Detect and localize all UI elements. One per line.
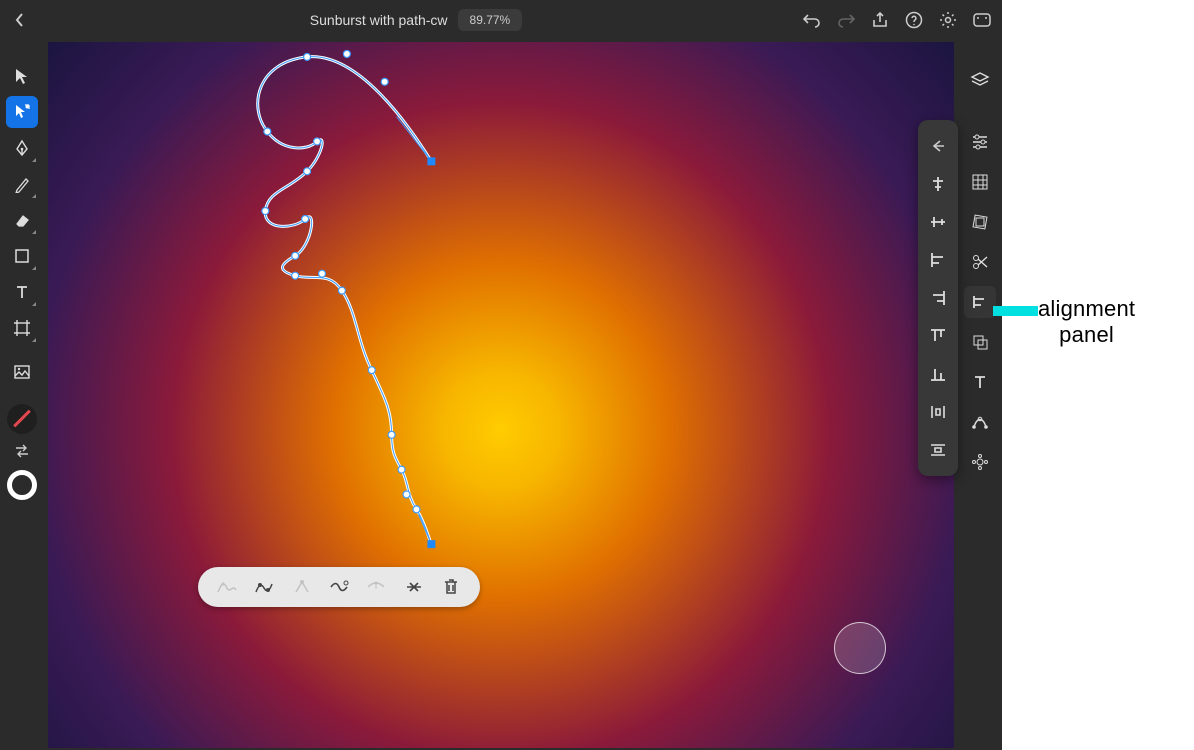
layers-icon[interactable] <box>964 64 996 96</box>
share-button[interactable] <box>870 10 890 30</box>
fill-swatch[interactable] <box>7 404 37 434</box>
artboard-tool[interactable] <box>6 312 38 344</box>
smooth-btn[interactable] <box>326 574 352 600</box>
stroke-swatch[interactable] <box>7 470 37 500</box>
scissors-icon[interactable] <box>964 246 996 278</box>
align-horizontal-center2-icon[interactable] <box>923 204 953 240</box>
help-button[interactable] <box>904 10 924 30</box>
path-context-toolbar <box>198 567 480 607</box>
path-panel-icon[interactable] <box>964 406 996 438</box>
cut-path-btn[interactable] <box>363 574 389 600</box>
topbar: Sunburst with path-cw 89.77% <box>0 0 1002 40</box>
annotation-pointer <box>993 306 1038 316</box>
alignment-panel <box>918 120 958 476</box>
redo-button[interactable] <box>836 10 856 30</box>
shape-tool[interactable] <box>6 240 38 272</box>
align-left-icon[interactable] <box>923 242 953 278</box>
align-horizontal-center-icon[interactable] <box>923 166 953 202</box>
undo-button[interactable] <box>802 10 822 30</box>
distribute-horizontal-icon[interactable] <box>923 394 953 430</box>
align-top-icon[interactable] <box>923 318 953 354</box>
main-area <box>0 40 1002 750</box>
select-tool[interactable] <box>6 60 38 92</box>
pencil-tool[interactable] <box>6 168 38 200</box>
settings-button[interactable] <box>938 10 958 30</box>
place-image-tool[interactable] <box>6 356 38 388</box>
type-panel-icon[interactable] <box>964 366 996 398</box>
pen-tool[interactable] <box>6 132 38 164</box>
eraser-tool[interactable] <box>6 204 38 236</box>
delete-btn[interactable] <box>438 574 464 600</box>
swap-swatches[interactable] <box>13 444 31 458</box>
left-toolbar <box>0 40 44 750</box>
document-title: Sunburst with path-cw <box>310 12 448 28</box>
zoom-level[interactable]: 89.77% <box>458 9 523 31</box>
canvas[interactable] <box>48 42 954 748</box>
annotation-label: alignment panel <box>1038 296 1135 349</box>
canvas-wrap <box>44 40 958 750</box>
right-toolbar <box>958 40 1002 750</box>
align-icon[interactable] <box>964 286 996 318</box>
pathfinder-icon[interactable] <box>964 326 996 358</box>
properties-icon[interactable] <box>964 126 996 158</box>
arrow-left-icon[interactable] <box>923 128 953 164</box>
align-bottom-icon[interactable] <box>923 356 953 392</box>
annotation-text-1: alignment <box>1038 296 1135 322</box>
path-overlay <box>48 42 954 748</box>
annotation-text-2: panel <box>1038 322 1135 348</box>
align-right-icon[interactable] <box>923 280 953 316</box>
appearance-icon[interactable] <box>964 446 996 478</box>
precision-icon[interactable] <box>964 206 996 238</box>
distribute-vertical-icon[interactable] <box>923 432 953 468</box>
circle-shape[interactable] <box>834 622 886 674</box>
grid-icon[interactable] <box>964 166 996 198</box>
remove-anchor-btn[interactable] <box>401 574 427 600</box>
convert-anchor-btn[interactable] <box>251 574 277 600</box>
fullscreen-button[interactable] <box>972 10 992 30</box>
app-window: Sunburst with path-cw 89.77% <box>0 0 1002 750</box>
direct-select-tool[interactable] <box>6 96 38 128</box>
text-tool[interactable] <box>6 276 38 308</box>
join-btn[interactable] <box>289 574 315 600</box>
back-button[interactable] <box>10 12 30 28</box>
simplify-path-btn[interactable] <box>214 574 240 600</box>
